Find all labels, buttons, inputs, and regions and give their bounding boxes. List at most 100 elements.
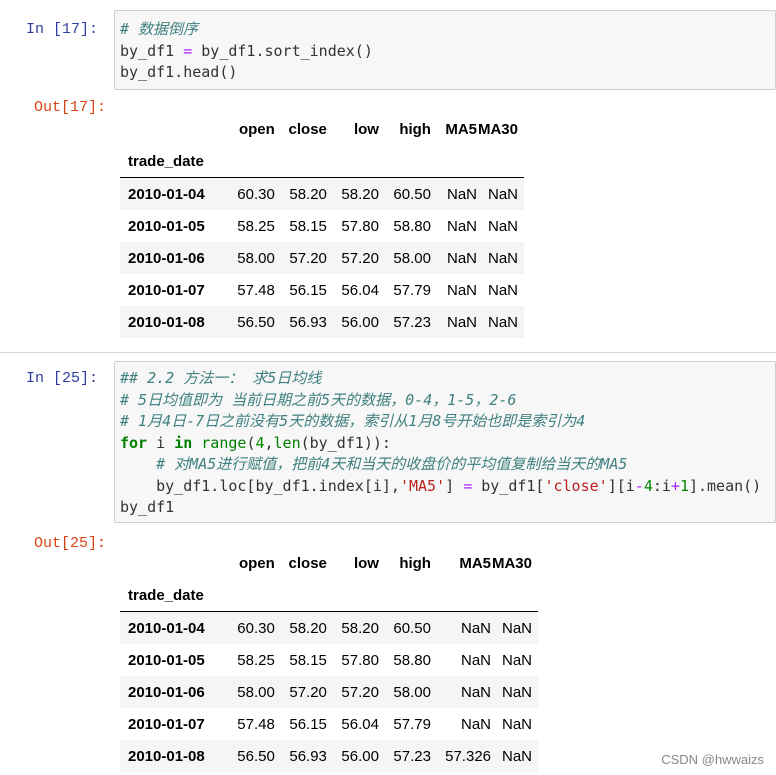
table-cell: 56.04: [341, 281, 379, 299]
table-header-row: open close low high MA5 MA30: [120, 113, 524, 145]
row-index: 2010-01-05: [128, 217, 205, 235]
table-cell: NaN: [487, 185, 518, 203]
code-operator: =: [183, 41, 193, 60]
cell-separator: [0, 352, 776, 353]
table-cell: 58.80: [393, 651, 431, 669]
index-name: trade_date: [120, 579, 225, 612]
table-cell: NaN: [447, 281, 478, 299]
table-cell: 57.20: [341, 683, 379, 701]
table-cell: NaN: [447, 249, 478, 267]
row-index: 2010-01-05: [128, 651, 205, 669]
column-header: high: [399, 120, 431, 138]
code-comment: ## 2.2 方法一： 求5日均线: [120, 369, 322, 387]
table-cell: 58.00: [393, 683, 431, 701]
column-header: MA5: [459, 554, 492, 572]
code-text: by_df1: [120, 498, 175, 516]
code-text: by_df1.sort_index(): [192, 41, 373, 60]
code-text: ]: [445, 476, 464, 495]
dataframe-output-25: open close low high MA5 MA30 trade_date …: [120, 547, 538, 772]
table-cell: NaN: [501, 747, 532, 765]
code-cell-25[interactable]: ## 2.2 方法一： 求5日均线 # 5日均值即为 当前日期之前5天的数据，0…: [114, 361, 776, 523]
table-row: 2010-01-08 56.50 56.93 56.00 57.23 NaN NaN: [120, 306, 524, 338]
code-line: by_df1 = by_df1.sort_index(): [120, 41, 373, 63]
table-cell: 57.48: [237, 281, 275, 299]
table-cell: 57.20: [289, 249, 327, 267]
code-line: by_df1: [120, 497, 761, 519]
code-string: 'MA5': [399, 476, 446, 495]
code-text: by_df1.head(): [120, 63, 238, 81]
column-header: high: [399, 554, 431, 572]
table-cell: 57.80: [341, 217, 379, 235]
row-index: 2010-01-04: [128, 619, 205, 637]
table-cell: NaN: [487, 249, 518, 267]
code-cell-17[interactable]: # 数据倒序 by_df1 = by_df1.sort_index() by_d…: [114, 10, 776, 90]
table-cell: 57.79: [393, 715, 431, 733]
table-cell: NaN: [447, 185, 478, 203]
code-text: by_df1[: [472, 476, 545, 495]
column-header: MA30: [491, 554, 532, 572]
table-cell: 56.15: [289, 281, 327, 299]
row-index: 2010-01-07: [128, 715, 205, 733]
table-header-row: open close low high MA5 MA30: [120, 547, 538, 579]
code-line: # 5日均值即为 当前日期之前5天的数据，0-4，1-5，2-6: [120, 390, 761, 412]
table-cell: NaN: [501, 651, 532, 669]
column-header: low: [353, 554, 379, 572]
table-cell: NaN: [461, 619, 492, 637]
table-cell: 56.93: [289, 313, 327, 331]
column-header: close: [288, 120, 327, 138]
code-builtin: range: [192, 433, 247, 452]
table-cell: NaN: [461, 651, 492, 669]
table-cell: 60.50: [393, 185, 431, 203]
column-header: close: [288, 554, 327, 572]
dataframe-output-17: open close low high MA5 MA30 trade_date …: [120, 113, 524, 338]
row-index: 2010-01-08: [128, 747, 205, 765]
table-cell: 57.20: [289, 683, 327, 701]
column-header: low: [353, 120, 379, 138]
table-cell: NaN: [447, 313, 478, 331]
code-comment: # 5日均值即为 当前日期之前5天的数据，0-4，1-5，2-6: [120, 390, 517, 409]
table-row: 2010-01-06 58.00 57.20 57.20 58.00 NaN NaN: [120, 676, 538, 708]
table-cell: 56.00: [341, 747, 379, 765]
code-operator: +: [670, 476, 680, 495]
table-cell: 57.23: [393, 313, 431, 331]
row-index: 2010-01-06: [128, 249, 205, 267]
table-row: 2010-01-08 56.50 56.93 56.00 57.23 57.326 NaN: [120, 740, 538, 772]
code-line: by_df1.loc[by_df1.index[i],'MA5'] = by_d…: [120, 476, 761, 498]
table-row: 2010-01-07 57.48 56.15 56.04 57.79 NaN NaN: [120, 274, 524, 306]
table-cell: 57.23: [393, 747, 431, 765]
code-keyword: for: [120, 433, 148, 452]
index-name-row: trade_date: [120, 579, 538, 612]
table-cell: 58.00: [393, 249, 431, 267]
output-prompt-17: Out[17]:: [34, 99, 107, 116]
table-cell: 58.25: [237, 217, 275, 235]
column-header: open: [238, 120, 275, 138]
table-cell: NaN: [461, 715, 492, 733]
code-text: ,: [264, 433, 274, 452]
table-cell: 56.04: [341, 715, 379, 733]
code-string: 'close': [544, 476, 608, 495]
row-index: 2010-01-07: [128, 281, 205, 299]
table-cell: 58.20: [289, 619, 327, 637]
code-text: ][i: [607, 476, 635, 495]
table-cell: 58.25: [237, 651, 275, 669]
code-text: ].mean(): [688, 476, 762, 495]
code-operator: -: [634, 476, 644, 495]
table-cell: 58.20: [341, 185, 379, 203]
table-row: 2010-01-05 58.25 58.15 57.80 58.80 NaN NaN: [120, 210, 524, 242]
table-cell: NaN: [487, 217, 518, 235]
table-cell: 57.20: [341, 249, 379, 267]
code-keyword: in: [174, 433, 193, 452]
table-cell: NaN: [461, 683, 492, 701]
code-text: by_df1.loc[by_df1.index[i],: [120, 476, 400, 495]
table-cell: 58.00: [237, 249, 275, 267]
code-comment: # 对MA5进行赋值，把前4天和当天的收盘价的平均值复制给当天的MA5: [120, 455, 628, 473]
code-number: 4: [643, 476, 653, 495]
row-index: 2010-01-08: [128, 313, 205, 331]
table-cell: 58.15: [289, 217, 327, 235]
table-cell: NaN: [501, 683, 532, 701]
table-cell: NaN: [487, 313, 518, 331]
code-text: (by_df1)):: [300, 433, 391, 452]
watermark: CSDN @hwwaizs: [661, 752, 764, 767]
input-prompt-25: In [25]:: [26, 370, 99, 387]
table-cell: 57.80: [341, 651, 379, 669]
